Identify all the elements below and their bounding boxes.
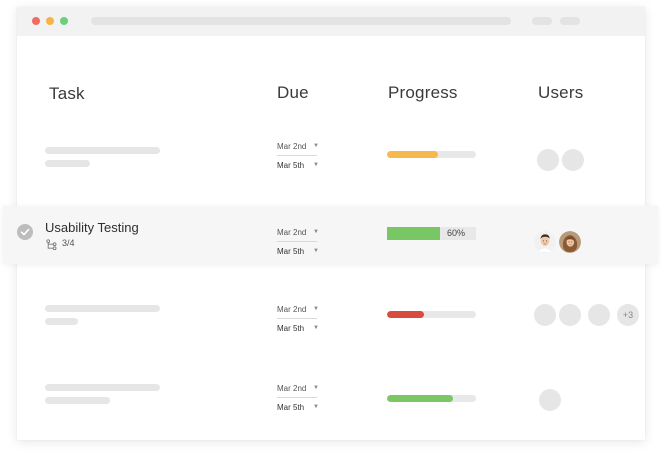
due-end-date[interactable]: Mar 5th: [277, 324, 304, 333]
caret-down-icon[interactable]: ▼: [313, 229, 319, 235]
progress-fill: [387, 395, 453, 402]
app-window: Task Due Progress Users Mar 2nd ▼ Mar 5t…: [3, 7, 658, 440]
caret-down-icon[interactable]: ▼: [313, 162, 319, 168]
user-avatar-placeholder[interactable]: [537, 149, 559, 171]
due-start-date[interactable]: Mar 2nd: [277, 305, 306, 314]
caret-down-icon[interactable]: ▼: [313, 325, 319, 331]
column-header-users: Users: [538, 83, 584, 102]
task-subtitle-placeholder: [45, 318, 78, 325]
progress-bar: [387, 151, 476, 158]
minimize-window-button[interactable]: [46, 17, 54, 25]
due-start-date[interactable]: Mar 2nd: [277, 142, 306, 151]
caret-down-icon[interactable]: ▼: [313, 306, 319, 312]
progress-bar: [387, 311, 476, 318]
toolbar-control-2[interactable]: [560, 17, 580, 25]
user-avatar-placeholder[interactable]: [559, 304, 581, 326]
date-divider: [277, 241, 317, 242]
window-titlebar: [17, 7, 645, 36]
caret-down-icon[interactable]: ▼: [313, 143, 319, 149]
task-subtitle-placeholder: [45, 397, 110, 404]
table-row[interactable]: Mar 2nd ▼ Mar 5th ▼: [17, 365, 645, 425]
due-end-date[interactable]: Mar 5th: [277, 161, 304, 170]
table-row[interactable]: Mar 2nd ▼ Mar 5th ▼ +3: [17, 284, 645, 344]
subtask-branch-icon: [46, 239, 57, 250]
due-start-date[interactable]: Mar 2nd: [277, 228, 306, 237]
address-bar[interactable]: [91, 17, 511, 25]
progress-bar: 60%: [387, 227, 476, 240]
progress-fill: [387, 151, 438, 158]
caret-down-icon[interactable]: ▼: [313, 404, 319, 410]
progress-percent: 60%: [447, 228, 466, 238]
progress-fill: [387, 311, 425, 318]
due-end-date[interactable]: Mar 5th: [277, 403, 304, 412]
progress-bar: [387, 395, 476, 402]
task-subtitle-placeholder: [45, 160, 90, 167]
user-avatar-man[interactable]: [534, 231, 556, 253]
task-title-placeholder: [45, 147, 160, 154]
table-row-usability-testing[interactable]: Usability Testing 3/4 Mar 2nd ▼ Mar 5th …: [17, 204, 645, 264]
user-avatar-placeholder[interactable]: [534, 304, 556, 326]
user-avatar-placeholder[interactable]: [562, 149, 584, 171]
column-header-task: Task: [49, 84, 85, 103]
column-header-due: Due: [277, 83, 309, 102]
column-header-progress: Progress: [388, 83, 458, 102]
maximize-window-button[interactable]: [60, 17, 68, 25]
close-window-button[interactable]: [32, 17, 40, 25]
task-title[interactable]: Usability Testing: [45, 220, 139, 235]
subtask-count: 3/4: [62, 238, 75, 248]
user-avatar-placeholder[interactable]: [539, 389, 561, 411]
due-end-date[interactable]: Mar 5th: [277, 247, 304, 256]
more-users-badge[interactable]: +3: [617, 304, 639, 326]
date-divider: [277, 155, 317, 156]
user-avatar-woman[interactable]: [559, 231, 581, 253]
caret-down-icon[interactable]: ▼: [313, 385, 319, 391]
user-avatar-placeholder[interactable]: [588, 304, 610, 326]
task-title-placeholder: [45, 305, 160, 312]
date-divider: [277, 397, 317, 398]
progress-fill: [387, 227, 441, 240]
task-title-placeholder: [45, 384, 160, 391]
due-start-date[interactable]: Mar 2nd: [277, 384, 306, 393]
table-row[interactable]: Mar 2nd ▼ Mar 5th ▼: [17, 121, 645, 181]
caret-down-icon[interactable]: ▼: [313, 248, 319, 254]
date-divider: [277, 318, 317, 319]
toolbar-control-1[interactable]: [532, 17, 552, 25]
check-circle-icon[interactable]: [17, 224, 33, 240]
